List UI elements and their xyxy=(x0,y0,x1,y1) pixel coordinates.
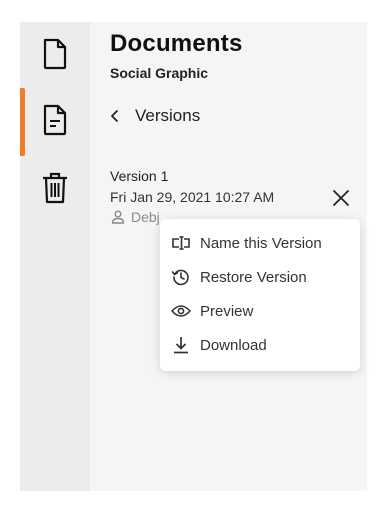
back-to-versions[interactable]: Versions xyxy=(110,106,200,126)
menu-item-label: Restore Version xyxy=(200,268,307,286)
close-icon xyxy=(333,190,349,206)
version-context-menu: Name this Version Restore Version Previe… xyxy=(160,219,360,371)
document-name: Social Graphic xyxy=(110,65,209,81)
menu-item-label: Name this Version xyxy=(200,234,322,252)
menu-item-download[interactable]: Download xyxy=(160,328,360,362)
close-menu-button[interactable] xyxy=(331,188,351,208)
page-title: Documents xyxy=(110,30,243,57)
restore-history-icon xyxy=(170,266,192,288)
versions-label: Versions xyxy=(135,106,201,125)
rename-icon xyxy=(170,232,192,254)
version-date: Fri Jan 29, 2021 10:27 AM xyxy=(110,189,275,205)
menu-item-name-version[interactable]: Name this Version xyxy=(160,226,360,260)
rail-item-versions[interactable] xyxy=(20,88,90,152)
rail-item-trash[interactable] xyxy=(20,156,90,220)
menu-item-label: Download xyxy=(200,336,267,354)
download-icon xyxy=(170,334,192,356)
document-lines-icon xyxy=(43,104,67,136)
chevron-left-icon xyxy=(110,107,128,125)
rail-item-documents[interactable] xyxy=(20,22,90,86)
version-name: Version 1 xyxy=(110,168,169,184)
icon-rail xyxy=(20,22,90,491)
author-name: Debj xyxy=(131,209,160,225)
version-item[interactable]: Version 1 Fri Jan 29, 2021 10:27 AM Debj xyxy=(110,168,367,225)
menu-item-label: Preview xyxy=(200,302,254,320)
person-icon xyxy=(110,209,126,225)
menu-item-restore-version[interactable]: Restore Version xyxy=(160,260,360,294)
trash-icon xyxy=(43,172,67,204)
document-icon xyxy=(43,38,67,70)
menu-item-preview[interactable]: Preview xyxy=(160,294,360,328)
eye-icon xyxy=(170,300,192,322)
